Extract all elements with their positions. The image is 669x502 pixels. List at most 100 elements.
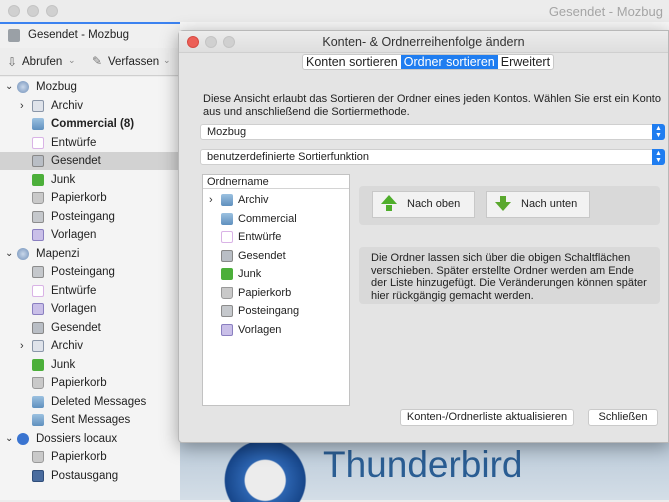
arrow-down-icon	[495, 202, 511, 211]
sort-method-value: benutzerdefinierte Sortierfunktion	[207, 151, 370, 163]
chevron-down-icon[interactable]: ⌄	[5, 245, 13, 263]
folder-item[interactable]: Junk	[0, 356, 180, 374]
tab-accounts-sort[interactable]: Konten sortieren	[303, 55, 401, 69]
folder-item[interactable]: Papierkorb	[0, 189, 180, 207]
tree-item[interactable]: Commercial	[203, 210, 349, 228]
refresh-list-button[interactable]: Konten-/Ordnerliste aktualisieren	[400, 409, 574, 426]
templates-icon	[221, 323, 233, 336]
trash-icon	[32, 451, 44, 463]
thunderbird-logo-text: Thunderbird	[323, 444, 523, 485]
folder-tree[interactable]: Ordnername › Archiv Commercial Entwürfe Gese…	[202, 174, 350, 406]
folder-label: Entwürfe	[51, 136, 97, 149]
folder-item[interactable]: Vorlagen	[0, 300, 180, 318]
local-folders-icon	[17, 432, 29, 445]
folder-item[interactable]: Posteingang	[0, 263, 180, 281]
folder-item[interactable]: Gesendet	[0, 152, 180, 170]
folder-label: Papierkorb	[51, 451, 107, 463]
move-up-label: Nach oben	[407, 198, 461, 210]
minimize-window-button[interactable]	[27, 5, 39, 17]
tree-item[interactable]: Gesendet	[203, 247, 349, 265]
tab-folders-sort[interactable]: Ordner sortieren	[400, 55, 498, 69]
templates-icon	[32, 229, 44, 241]
folder-label: Commercial (8)	[51, 118, 135, 130]
tree-item-label: Junk	[238, 268, 262, 280]
chevron-down-icon[interactable]: ⌄	[5, 430, 13, 448]
tree-item[interactable]: Posteingang	[203, 302, 349, 320]
folder-item[interactable]: › Archiv	[0, 97, 180, 115]
tab-advanced[interactable]: Erweitert	[498, 55, 553, 69]
sent-icon	[221, 249, 233, 262]
folder-item[interactable]: Postausgang	[0, 467, 180, 485]
account-row[interactable]: ⌄ Mapenzi	[0, 245, 180, 263]
folder-label: Vorlagen	[51, 229, 97, 241]
tree-item-label: Entwürfe	[238, 231, 282, 243]
folder-item[interactable]: Gesendet	[0, 319, 180, 337]
folder-item[interactable]: Vorlagen	[0, 226, 180, 244]
compose-dropdown-icon[interactable]: ⌄	[163, 55, 171, 66]
select-stepper-icon: ▲ ▼	[652, 149, 665, 165]
chevron-right-icon[interactable]: ›	[20, 97, 24, 115]
folder-pane: ⌄ Mozbug › Archiv Commercial (8) Entwürfe Gese…	[0, 77, 180, 500]
tree-item[interactable]: › Archiv	[203, 191, 349, 209]
account-icon	[17, 247, 29, 260]
dialog-close-button[interactable]	[187, 36, 199, 48]
get-mail-button[interactable]: Abrufen	[22, 56, 62, 68]
tab-gesendet[interactable]: Gesendet - Mozbug	[28, 29, 129, 41]
folder-label: Archiv	[51, 99, 83, 112]
tree-item[interactable]: Papierkorb	[203, 284, 349, 302]
folder-label: Archiv	[51, 340, 83, 352]
tree-item-label: Gesendet	[238, 249, 286, 262]
junk-icon	[32, 173, 44, 186]
folder-label: Entwürfe	[51, 284, 97, 297]
folder-item[interactable]: Sent Messages	[0, 411, 180, 429]
account-row[interactable]: ⌄ Dossiers locaux	[0, 430, 180, 448]
move-down-label: Nach unten	[521, 198, 578, 210]
close-button[interactable]: Schließen	[588, 409, 658, 426]
folder-item[interactable]: Commercial (8)	[0, 115, 180, 133]
thunderbird-logo-icon	[222, 440, 318, 502]
move-down-button[interactable]: Nach unten	[486, 191, 590, 218]
account-select[interactable]: Mozbug ▲ ▼	[200, 124, 665, 140]
archive-icon	[32, 99, 44, 112]
compose-button[interactable]: Verfassen	[108, 56, 159, 68]
close-window-button[interactable]	[8, 5, 20, 17]
chevron-right-icon[interactable]: ›	[209, 191, 213, 209]
chevron-right-icon[interactable]: ›	[20, 337, 24, 355]
inbox-icon	[32, 210, 44, 223]
chevron-down-icon[interactable]: ⌄	[5, 78, 13, 96]
folder-item[interactable]: Papierkorb	[0, 448, 180, 466]
get-mail-dropdown-icon[interactable]: ⌄	[68, 55, 76, 66]
column-header-foldername[interactable]: Ordnername	[203, 175, 349, 189]
trash-icon	[32, 192, 44, 204]
sent-icon	[32, 155, 44, 167]
select-stepper-icon: ▲ ▼	[652, 124, 665, 140]
folder-item[interactable]: Deleted Messages	[0, 393, 180, 411]
folder-item[interactable]: Entwürfe	[0, 134, 180, 152]
account-select-value: Mozbug	[207, 126, 247, 138]
zoom-window-button[interactable]	[46, 5, 58, 17]
folder-item[interactable]: Junk	[0, 171, 180, 189]
folder-label: Papierkorb	[51, 377, 107, 389]
drafts-icon	[32, 136, 44, 149]
dialog-zoom-button[interactable]	[223, 36, 235, 48]
tree-item[interactable]: Entwürfe	[203, 228, 349, 246]
tree-item-label: Posteingang	[238, 305, 300, 317]
sent-icon	[8, 29, 20, 42]
folder-label: Junk	[51, 358, 76, 371]
tree-item-label: Vorlagen	[238, 323, 282, 336]
tree-item[interactable]: Vorlagen	[203, 321, 349, 339]
folder-item[interactable]: Posteingang	[0, 208, 180, 226]
move-up-button[interactable]: Nach oben	[372, 191, 475, 218]
folder-item[interactable]: › Archiv	[0, 337, 180, 355]
inbox-icon	[221, 305, 233, 317]
folder-label: Postausgang	[51, 469, 119, 482]
folder-sort-dialog: Konten- & Ordnerreihenfolge ändern Konte…	[178, 30, 669, 443]
dialog-minimize-button[interactable]	[205, 36, 217, 48]
folder-icon	[32, 414, 44, 426]
tree-item[interactable]: Junk	[203, 265, 349, 283]
folder-item[interactable]: Papierkorb	[0, 374, 180, 392]
dialog-description: Diese Ansicht erlaubt das Sortieren der …	[203, 93, 661, 118]
sort-method-select[interactable]: benutzerdefinierte Sortierfunktion ▲ ▼	[200, 149, 665, 165]
account-row[interactable]: ⌄ Mozbug	[0, 78, 180, 96]
folder-item[interactable]: Entwürfe	[0, 282, 180, 300]
